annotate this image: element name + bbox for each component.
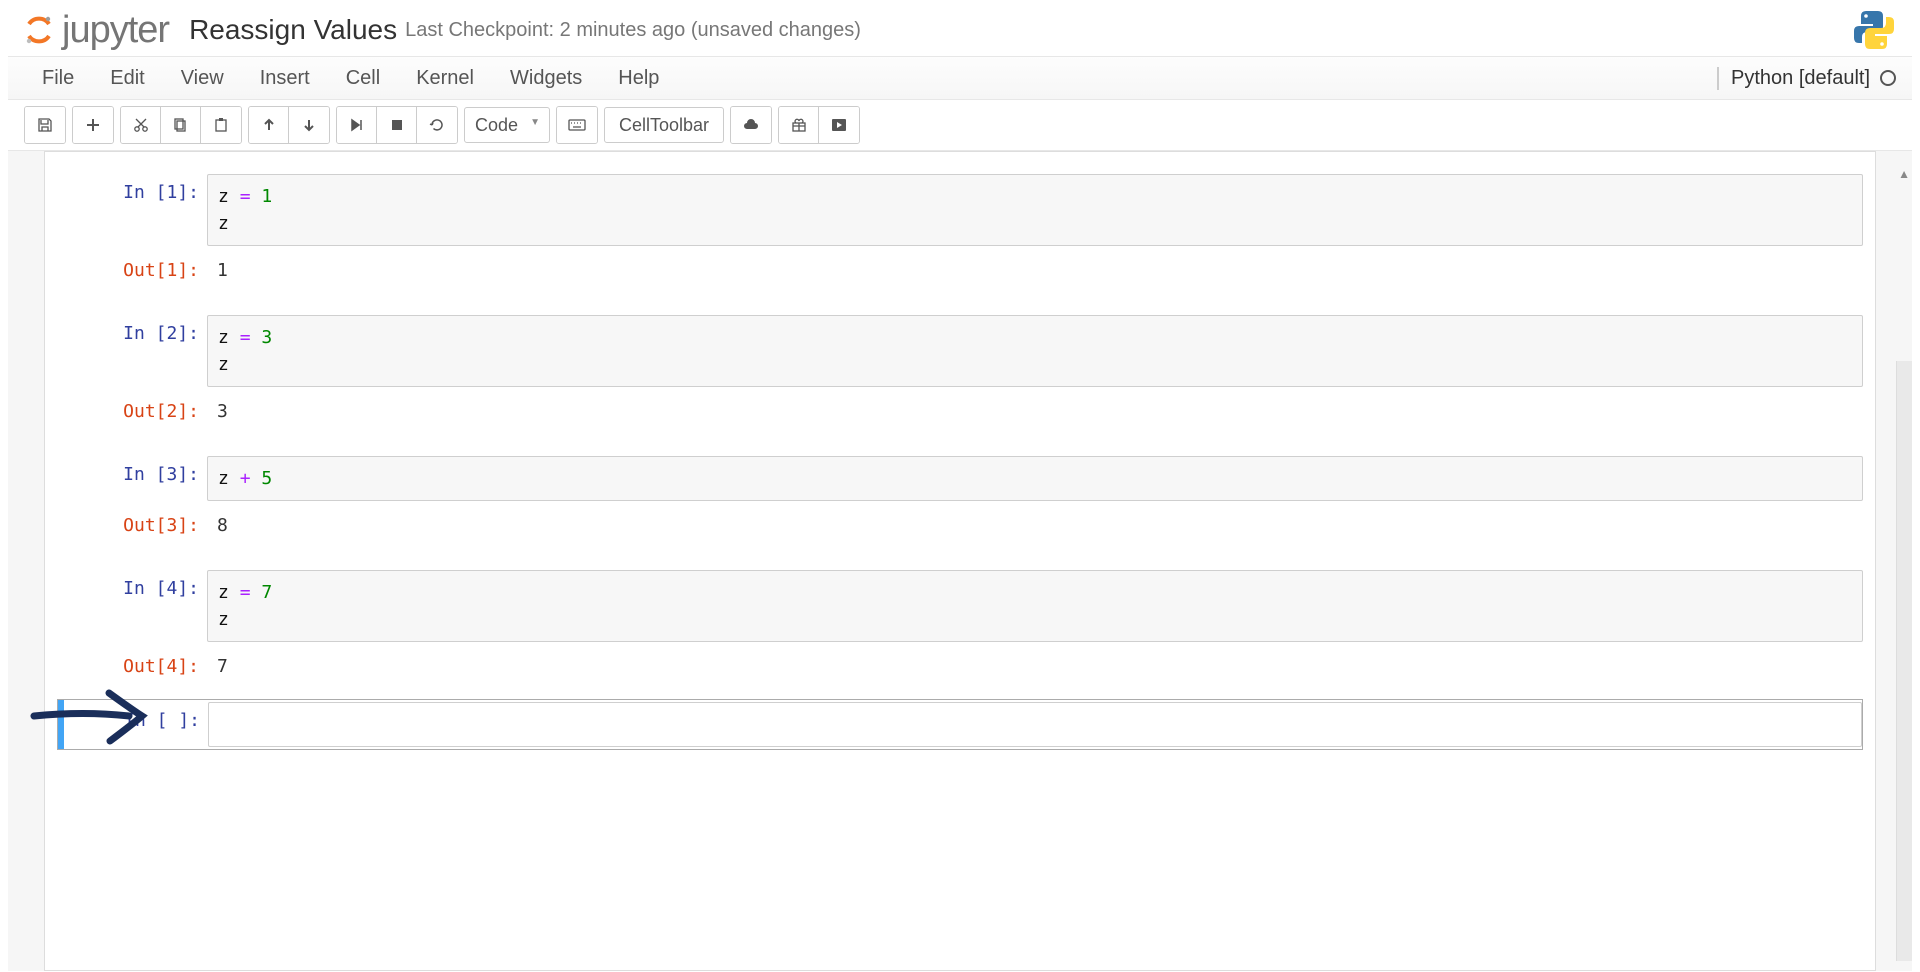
presentation-button[interactable] <box>819 107 859 143</box>
output-cell-2: Out[2]: 3 <box>57 393 1863 430</box>
plus-icon <box>85 117 101 133</box>
code-input-1[interactable]: z = 1 z <box>207 174 1863 246</box>
save-icon <box>37 117 53 133</box>
code-cell-3[interactable]: In [3]: z + 5 <box>57 456 1863 501</box>
gift-icon <box>791 117 807 133</box>
out-prompt-2: Out[2]: <box>57 393 207 430</box>
save-button[interactable] <box>25 107 65 143</box>
code-cell-2[interactable]: In [2]: z = 3 z <box>57 315 1863 387</box>
arrow-down-icon <box>302 118 316 132</box>
cut-icon <box>133 117 149 133</box>
output-text-2: 3 <box>207 393 1863 430</box>
output-text-1: 1 <box>207 252 1863 289</box>
output-text-3: 8 <box>207 507 1863 544</box>
paste-button[interactable] <box>201 107 241 143</box>
jupyter-logo-icon <box>24 15 54 45</box>
output-cell-3: Out[3]: 8 <box>57 507 1863 544</box>
in-prompt-1: In [1]: <box>57 174 207 246</box>
scroll-up-indicator[interactable]: ▲ <box>1898 167 1910 181</box>
python-logo-icon <box>1852 8 1896 52</box>
menu-help[interactable]: Help <box>600 59 677 98</box>
copy-icon <box>173 117 189 133</box>
paste-icon <box>213 117 229 133</box>
output-text-4: 7 <box>207 648 1863 685</box>
cloud-upload-icon <box>742 118 760 132</box>
menu-edit[interactable]: Edit <box>92 59 162 98</box>
jupyter-logo[interactable]: jupyter <box>24 9 169 52</box>
restart-button[interactable] <box>417 107 457 143</box>
menu-widgets[interactable]: Widgets <box>492 59 600 98</box>
gift-button[interactable] <box>779 107 819 143</box>
code-input-3[interactable]: z + 5 <box>207 456 1863 501</box>
out-prompt-3: Out[3]: <box>57 507 207 544</box>
play-in-box-icon <box>831 118 847 132</box>
copy-button[interactable] <box>161 107 201 143</box>
code-input-5[interactable] <box>208 702 1862 747</box>
header-bar: jupyter Reassign Values Last Checkpoint:… <box>8 0 1912 56</box>
menu-kernel[interactable]: Kernel <box>398 59 492 98</box>
refresh-icon <box>429 117 445 133</box>
jupyter-logo-text: jupyter <box>62 9 169 52</box>
move-up-button[interactable] <box>249 107 289 143</box>
arrow-up-icon <box>262 118 276 132</box>
keyboard-icon <box>568 118 586 132</box>
menu-view[interactable]: View <box>163 59 242 98</box>
menu-cell[interactable]: Cell <box>328 59 398 98</box>
kernel-status-icon <box>1880 70 1896 86</box>
stop-icon <box>390 118 404 132</box>
code-cell-4[interactable]: In [4]: z = 7 z <box>57 570 1863 642</box>
menubar: File Edit View Insert Cell Kernel Widget… <box>8 56 1912 100</box>
menu-file[interactable]: File <box>24 59 92 98</box>
command-palette-button[interactable] <box>557 107 597 143</box>
cell-type-select[interactable]: Code <box>464 107 550 143</box>
in-prompt-5: In [ ]: <box>58 702 208 747</box>
code-cell-1[interactable]: In [1]: z = 1 z <box>57 174 1863 246</box>
toolbar: Code CellToolbar <box>8 100 1912 151</box>
menu-insert[interactable]: Insert <box>242 59 328 98</box>
notebook-area: ▲ In [1]: z = 1 z Out[1]: 1 In [2]: z = … <box>8 151 1912 971</box>
in-prompt-3: In [3]: <box>57 456 207 501</box>
scrollbar[interactable] <box>1896 361 1912 961</box>
in-prompt-4: In [4]: <box>57 570 207 642</box>
output-cell-1: Out[1]: 1 <box>57 252 1863 289</box>
in-prompt-2: In [2]: <box>57 315 207 387</box>
code-input-2[interactable]: z = 3 z <box>207 315 1863 387</box>
out-prompt-4: Out[4]: <box>57 648 207 685</box>
move-down-button[interactable] <box>289 107 329 143</box>
add-cell-button[interactable] <box>73 107 113 143</box>
out-prompt-1: Out[1]: <box>57 252 207 289</box>
step-forward-icon <box>350 118 364 132</box>
run-button[interactable] <box>337 107 377 143</box>
code-cell-5[interactable]: In [ ]: <box>57 699 1863 750</box>
notebook-title[interactable]: Reassign Values <box>189 14 397 46</box>
kernel-name[interactable]: Python [default] <box>1717 67 1870 90</box>
code-input-4[interactable]: z = 7 z <box>207 570 1863 642</box>
stop-button[interactable] <box>377 107 417 143</box>
output-cell-4: Out[4]: 7 <box>57 648 1863 685</box>
cloud-button[interactable] <box>731 107 771 143</box>
cell-toolbar-button[interactable]: CellToolbar <box>604 107 724 143</box>
checkpoint-status: Last Checkpoint: 2 minutes ago (unsaved … <box>405 19 861 42</box>
cut-button[interactable] <box>121 107 161 143</box>
